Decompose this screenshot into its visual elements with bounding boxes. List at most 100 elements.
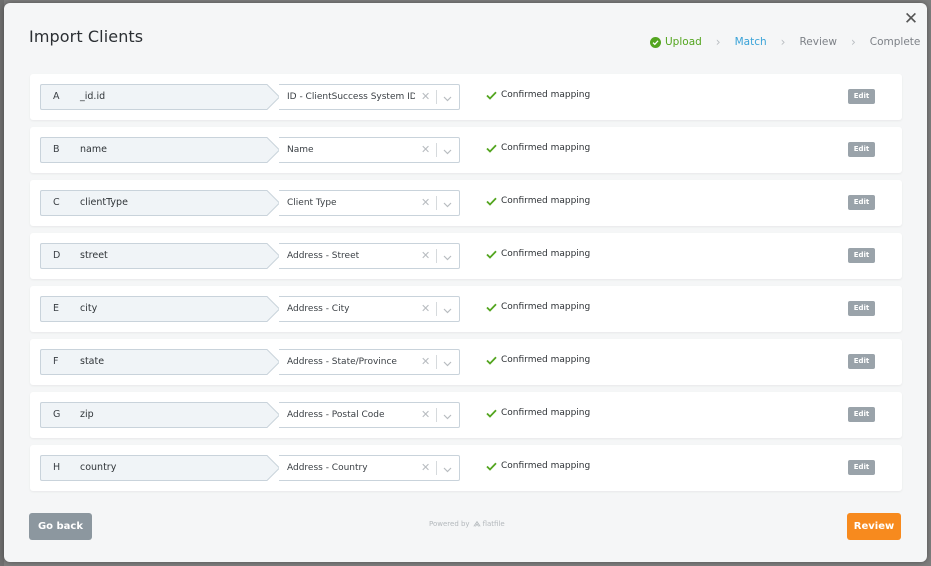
column-letter: B bbox=[53, 144, 60, 155]
step-label: Complete bbox=[869, 36, 921, 48]
target-field-select[interactable]: ID - ClientSuccess System ID [... ✕ bbox=[279, 84, 460, 110]
clear-icon[interactable]: ✕ bbox=[421, 403, 430, 427]
go-back-button[interactable]: Go back bbox=[29, 513, 92, 540]
clear-icon[interactable]: ✕ bbox=[421, 297, 430, 321]
mapping-row: A _id.id ID - ClientSuccess System ID [.… bbox=[30, 74, 902, 120]
step-upload[interactable]: Upload bbox=[650, 36, 702, 48]
source-column: F state bbox=[40, 349, 267, 375]
arrow-connector-icon bbox=[266, 84, 280, 110]
arrow-connector-icon bbox=[266, 455, 280, 481]
edit-button[interactable]: Edit bbox=[848, 301, 875, 316]
source-field-name: clientType bbox=[80, 197, 128, 208]
source-column: C clientType bbox=[40, 190, 267, 216]
checkmark-icon bbox=[486, 91, 497, 100]
arrow-connector-icon bbox=[266, 243, 280, 269]
target-field-select[interactable]: Address - State/Province ✕ bbox=[279, 349, 460, 375]
checkmark-icon bbox=[486, 144, 497, 153]
mapping-row: D street Address - Street ✕ Confirmed ma… bbox=[30, 233, 902, 279]
mapping-status: Confirmed mapping bbox=[486, 178, 590, 224]
mapping-row: H country Address - Country ✕ Confirmed … bbox=[30, 445, 902, 491]
step-review[interactable]: Review bbox=[799, 36, 836, 48]
target-field-value: Name bbox=[287, 145, 314, 155]
clear-icon[interactable]: ✕ bbox=[421, 85, 430, 109]
edit-button[interactable]: Edit bbox=[848, 354, 875, 369]
chevron-right-icon: › bbox=[715, 35, 721, 49]
target-field-value: Client Type bbox=[287, 198, 337, 208]
edit-button[interactable]: Edit bbox=[848, 89, 875, 104]
chevron-down-icon[interactable] bbox=[443, 244, 452, 268]
edit-button[interactable]: Edit bbox=[848, 195, 875, 210]
review-button[interactable]: Review bbox=[847, 513, 901, 540]
select-divider bbox=[436, 249, 437, 263]
mapping-row: F state Address - State/Province ✕ Confi… bbox=[30, 339, 902, 385]
step-complete[interactable]: Complete bbox=[870, 36, 921, 48]
mapping-status: Confirmed mapping bbox=[486, 284, 590, 330]
target-field-value: Address - City bbox=[287, 304, 350, 314]
select-divider bbox=[436, 143, 437, 157]
close-icon[interactable]: ✕ bbox=[903, 11, 919, 28]
chevron-down-icon[interactable] bbox=[443, 191, 452, 215]
chevron-down-icon[interactable] bbox=[443, 350, 452, 374]
arrow-connector-icon bbox=[266, 137, 280, 163]
column-letter: D bbox=[53, 250, 61, 261]
chevron-down-icon[interactable] bbox=[443, 85, 452, 109]
status-text: Confirmed mapping bbox=[501, 302, 591, 312]
mapping-status: Confirmed mapping bbox=[486, 390, 590, 436]
target-field-select[interactable]: Name ✕ bbox=[279, 137, 460, 163]
column-letter: C bbox=[53, 197, 60, 208]
powered-by[interactable]: Powered by flatfile bbox=[429, 520, 505, 528]
flatfile-logo-icon: flatfile bbox=[473, 520, 505, 528]
mapping-list: A _id.id ID - ClientSuccess System ID [.… bbox=[30, 74, 902, 498]
column-letter: F bbox=[53, 356, 59, 367]
arrow-connector-icon bbox=[266, 349, 280, 375]
stepper: Upload › Match › Review › Complete bbox=[650, 33, 920, 51]
source-field-name: street bbox=[80, 250, 108, 261]
source-column: D street bbox=[40, 243, 267, 269]
clear-icon[interactable]: ✕ bbox=[421, 456, 430, 480]
checkmark-icon bbox=[486, 250, 497, 259]
target-field-select[interactable]: Address - Country ✕ bbox=[279, 455, 460, 481]
edit-button[interactable]: Edit bbox=[848, 460, 875, 475]
arrow-connector-icon bbox=[266, 296, 280, 322]
clear-icon[interactable]: ✕ bbox=[421, 138, 430, 162]
select-divider bbox=[436, 90, 437, 104]
target-field-select[interactable]: Client Type ✕ bbox=[279, 190, 460, 216]
step-label: Match bbox=[734, 36, 767, 48]
chevron-down-icon[interactable] bbox=[443, 297, 452, 321]
mapping-status: Confirmed mapping bbox=[486, 125, 590, 171]
check-circle-icon bbox=[650, 36, 661, 48]
edit-button[interactable]: Edit bbox=[848, 142, 875, 157]
powered-by-text: Powered by bbox=[429, 520, 470, 528]
mapping-status: Confirmed mapping bbox=[486, 443, 590, 489]
column-letter: H bbox=[53, 462, 61, 473]
status-text: Confirmed mapping bbox=[501, 461, 591, 471]
step-label: Upload bbox=[665, 36, 702, 48]
chevron-down-icon[interactable] bbox=[443, 403, 452, 427]
clear-icon[interactable]: ✕ bbox=[421, 244, 430, 268]
status-text: Confirmed mapping bbox=[501, 90, 591, 100]
mapping-row: C clientType Client Type ✕ Confirmed map… bbox=[30, 180, 902, 226]
step-match[interactable]: Match bbox=[735, 36, 767, 48]
chevron-right-icon: › bbox=[780, 35, 786, 49]
edit-button[interactable]: Edit bbox=[848, 248, 875, 263]
target-field-select[interactable]: Address - Postal Code ✕ bbox=[279, 402, 460, 428]
source-column: H country bbox=[40, 455, 267, 481]
status-text: Confirmed mapping bbox=[501, 355, 591, 365]
mapping-status: Confirmed mapping bbox=[486, 231, 590, 277]
target-field-value: ID - ClientSuccess System ID [... bbox=[287, 92, 415, 102]
chevron-down-icon[interactable] bbox=[443, 456, 452, 480]
chevron-down-icon[interactable] bbox=[443, 138, 452, 162]
target-field-select[interactable]: Address - City ✕ bbox=[279, 296, 460, 322]
mapping-status: Confirmed mapping bbox=[486, 72, 590, 118]
source-field-name: zip bbox=[80, 409, 94, 420]
chevron-right-icon: › bbox=[850, 35, 856, 49]
select-divider bbox=[436, 355, 437, 369]
edit-button[interactable]: Edit bbox=[848, 407, 875, 422]
clear-icon[interactable]: ✕ bbox=[421, 191, 430, 215]
target-field-select[interactable]: Address - Street ✕ bbox=[279, 243, 460, 269]
mapping-row: B name Name ✕ Confirmed mapping Edit bbox=[30, 127, 902, 173]
checkmark-icon bbox=[486, 356, 497, 365]
status-text: Confirmed mapping bbox=[501, 196, 591, 206]
status-text: Confirmed mapping bbox=[501, 408, 591, 418]
clear-icon[interactable]: ✕ bbox=[421, 350, 430, 374]
